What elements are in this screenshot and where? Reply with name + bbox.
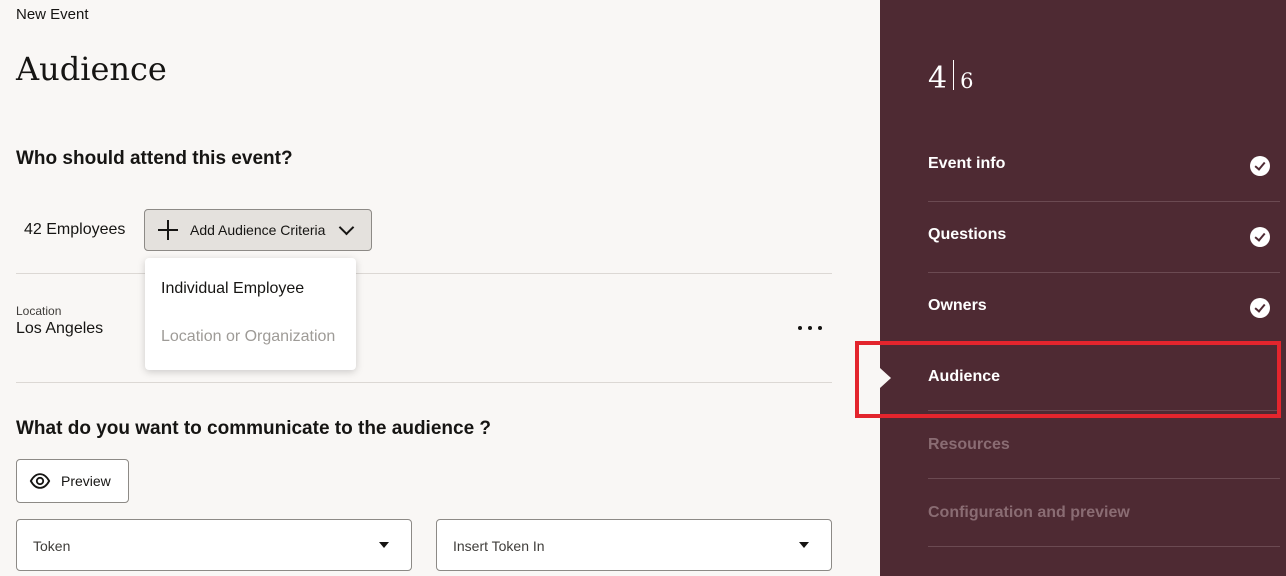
step-total: 6 — [960, 69, 974, 93]
add-audience-criteria-label: Add Audience Criteria — [190, 222, 326, 238]
chevron-down-icon — [339, 219, 355, 235]
train-sidebar: 46 Event info Questions Owners Audience … — [880, 0, 1286, 576]
step-indicator: 46 — [928, 60, 973, 96]
divider — [928, 343, 1280, 344]
dot — [798, 326, 802, 330]
token-select[interactable]: Token — [16, 519, 412, 571]
nav-item-label: Owners — [928, 297, 987, 314]
nav-item-event-info[interactable]: Event info — [928, 155, 1280, 173]
step-separator — [953, 60, 955, 90]
preview-label: Preview — [61, 473, 111, 489]
audience-question-heading: Who should attend this event? — [16, 148, 293, 169]
insert-token-select-label: Insert Token In — [453, 538, 545, 554]
communicate-question-heading: What do you want to communicate to the a… — [16, 418, 492, 439]
check-circle-icon — [1250, 156, 1270, 176]
check-circle-icon — [1250, 298, 1270, 318]
nav-item-label: Resources — [928, 436, 1010, 453]
divider — [928, 201, 1280, 202]
employee-count: 42 Employees — [24, 221, 126, 238]
divider — [928, 410, 1280, 411]
add-criteria-menu: Individual Employee Location or Organiza… — [145, 258, 356, 370]
divider — [928, 478, 1280, 479]
criteria-label: Location — [16, 304, 62, 318]
nav-item-resources: Resources — [928, 436, 1280, 454]
nav-item-label: Event info — [928, 155, 1006, 172]
eye-icon — [29, 473, 51, 489]
divider — [928, 546, 1280, 547]
caret-down-icon — [799, 542, 809, 548]
caret-down-icon — [379, 542, 389, 548]
nav-item-label: Configuration and preview — [928, 504, 1130, 521]
nav-item-audience[interactable]: Audience — [928, 368, 1280, 386]
page-title: Audience — [16, 50, 167, 88]
nav-item-configuration-and-preview: Configuration and preview — [928, 504, 1280, 522]
criteria-value: Los Angeles — [16, 320, 104, 337]
main-content: New Event Audience Who should attend thi… — [0, 0, 880, 576]
dot — [808, 326, 812, 330]
add-audience-criteria-button[interactable]: Add Audience Criteria — [144, 209, 372, 251]
nav-item-label: Audience — [928, 368, 1001, 385]
dot — [818, 326, 822, 330]
preview-button[interactable]: Preview — [16, 459, 129, 503]
more-actions-icon[interactable] — [796, 316, 824, 340]
nav-item-questions[interactable]: Questions — [928, 226, 1280, 244]
check-circle-icon — [1250, 227, 1270, 247]
menu-item-individual-employee[interactable]: Individual Employee — [161, 280, 304, 298]
nav-item-owners[interactable]: Owners — [928, 297, 1280, 315]
plus-icon — [157, 219, 179, 241]
step-current: 4 — [928, 61, 948, 96]
divider — [16, 273, 832, 274]
breadcrumb: New Event — [16, 6, 89, 23]
insert-token-select[interactable]: Insert Token In — [436, 519, 832, 571]
token-select-label: Token — [33, 538, 71, 554]
divider — [928, 272, 1280, 273]
divider — [16, 382, 832, 383]
menu-item-location-or-organization: Location or Organization — [161, 328, 336, 345]
nav-item-label: Questions — [928, 226, 1007, 243]
current-step-pointer — [880, 368, 891, 388]
